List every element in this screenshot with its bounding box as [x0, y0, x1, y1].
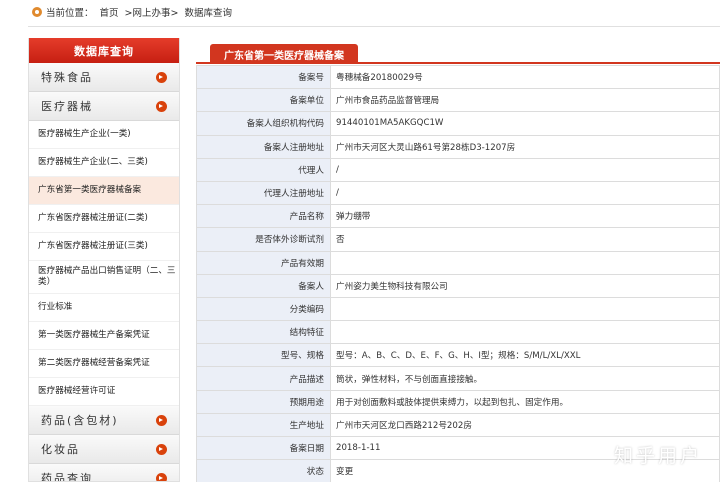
table-row: 代理人 / — [196, 157, 720, 182]
sidebar-cat-drugs[interactable]: 药品(含包材) — [29, 406, 179, 435]
sidebar-cat-label: 化妆品 — [41, 443, 80, 456]
arrow-circle-icon — [156, 100, 167, 112]
field-label: 备案号 — [196, 64, 331, 90]
sidebar-item[interactable]: 广东省医疗器械注册证(三类) — [29, 233, 179, 261]
table-row: 备案人 广州姿力美生物科技有限公司 — [196, 273, 720, 298]
arrow-circle-icon — [156, 443, 167, 455]
sidebar: 数据库查询 特殊食品 医疗器械 医疗器械生产企业(一类) 医疗器械生产企业(二、… — [28, 38, 180, 482]
sidebar-cat-label: 药品(含包材) — [41, 414, 119, 427]
field-label: 产品名称 — [196, 204, 331, 229]
table-row: 型号、规格 型号：A、B、C、D、E、F、G、H、I型；规格：S/M/L/XL/X… — [196, 343, 720, 368]
arrow-circle-icon — [156, 71, 167, 83]
field-value: 用于对创面敷料或肢体提供束缚力，以起到包扎、固定作用。 — [330, 389, 720, 414]
table-row: 备案单位 广州市食品药品监督管理局 — [196, 88, 720, 113]
location-pin-icon — [32, 7, 42, 17]
field-value: 广州市天河区龙口西路212号202房 — [330, 412, 720, 438]
sidebar-item[interactable]: 第二类医疗器械经营备案凭证 — [29, 350, 179, 378]
field-value: / — [330, 157, 720, 182]
sidebar-item[interactable]: 医疗器械经营许可证 — [29, 378, 179, 406]
field-value: 91440101MA5AKGQC1W — [330, 111, 720, 136]
table-row: 生产地址 广州市天河区龙口西路212号202房 — [196, 412, 720, 438]
table-row: 结构特征 — [196, 320, 720, 345]
field-value: / — [330, 180, 720, 206]
sidebar-item[interactable]: 医疗器械生产企业(一类) — [29, 121, 179, 149]
field-value — [330, 250, 720, 275]
table-row: 产品有效期 — [196, 250, 720, 275]
table-row: 备案号 粤穗械备20180029号 — [196, 64, 720, 90]
tab-record-title: 广东省第一类医疗器械备案 — [210, 44, 358, 64]
breadcrumb-current: 数据库查询 — [184, 8, 232, 19]
table-row: 预期用途 用于对创面敷料或肢体提供束缚力，以起到包扎、固定作用。 — [196, 389, 720, 414]
tab-bar: 广东省第一类医疗器械备案 — [196, 38, 720, 64]
table-row: 产品名称 弹力绷带 — [196, 204, 720, 229]
field-value: 粤穗械备20180029号 — [330, 64, 720, 90]
field-label: 生产地址 — [196, 412, 331, 438]
field-label: 备案人组织机构代码 — [196, 111, 331, 136]
field-value — [330, 296, 720, 322]
field-label: 代理人注册地址 — [196, 180, 331, 206]
main-panel: 广东省第一类医疗器械备案 备案号 粤穗械备20180029号 备案单位 广州市食品药品… — [196, 38, 720, 482]
sidebar-cat-medical-devices[interactable]: 医疗器械 — [29, 92, 179, 121]
breadcrumb: 当前位置： 首页 >网上办事> 数据库查询 — [0, 0, 720, 24]
field-label: 预期用途 — [196, 389, 331, 414]
field-label: 备案人 — [196, 273, 331, 298]
field-label: 产品描述 — [196, 366, 331, 391]
arrow-circle-icon — [156, 472, 167, 481]
sidebar-item[interactable]: 广东省医疗器械注册证(二类) — [29, 205, 179, 233]
arrow-circle-icon — [156, 414, 167, 426]
field-value: 否 — [330, 227, 720, 252]
sidebar-cat-label: 药品查询 — [41, 472, 93, 482]
field-label: 代理人 — [196, 157, 331, 182]
field-value: 广州姿力美生物科技有限公司 — [330, 273, 720, 298]
sidebar-title: 数据库查询 — [29, 38, 179, 63]
field-value: 型号：A、B、C、D、E、F、G、H、I型；规格：S/M/L/XL/XXL — [330, 343, 720, 368]
table-row: 代理人注册地址 / — [196, 180, 720, 206]
table-row: 是否体外诊断试剂否 — [196, 227, 720, 252]
field-label: 备案人注册地址 — [196, 134, 331, 159]
sidebar-cat-label: 医疗器械 — [41, 100, 93, 113]
sidebar-item[interactable]: 第一类医疗器械生产备案凭证 — [29, 322, 179, 350]
divider — [28, 26, 720, 27]
field-label: 分类编码 — [196, 296, 331, 322]
sidebar-item-active[interactable]: 广东省第一类医疗器械备案 — [29, 177, 179, 205]
sidebar-item[interactable]: 行业标准 — [29, 294, 179, 322]
table-row: 备案人组织机构代码 91440101MA5AKGQC1W — [196, 111, 720, 136]
sidebar-cat-special-food[interactable]: 特殊食品 — [29, 63, 179, 92]
field-label: 状态 — [196, 459, 331, 482]
sidebar-cat-label: 特殊食品 — [41, 71, 93, 84]
field-value: 广州市食品药品监督管理局 — [330, 88, 720, 113]
sidebar-cat-drug-query[interactable]: 药品查询 — [29, 464, 179, 482]
table-row: 备案人注册地址 广州市天河区大灵山路61号第28栋D3-1207房 — [196, 134, 720, 159]
sidebar-cat-cosmetics[interactable]: 化妆品 — [29, 435, 179, 464]
table-row: 产品描述 筒状，弹性材料，不与创面直接接触。 — [196, 366, 720, 391]
field-value: 筒状，弹性材料，不与创面直接接触。 — [330, 366, 720, 391]
field-label: 型号、规格 — [196, 343, 331, 368]
breadcrumb-home-link[interactable]: 首页 — [100, 5, 119, 19]
breadcrumb-lead: 当前位置： — [46, 8, 94, 19]
breadcrumb-online-services-link[interactable]: >网上办事> — [125, 5, 179, 19]
field-value: 广州市天河区大灵山路61号第28栋D3-1207房 — [330, 134, 720, 159]
field-label: 备案单位 — [196, 88, 331, 113]
field-label: 备案日期 — [196, 435, 331, 461]
sidebar-item[interactable]: 医疗器械生产企业(二、三类) — [29, 149, 179, 177]
field-label: 产品有效期 — [196, 250, 331, 275]
field-value — [330, 320, 720, 345]
field-label: 是否体外诊断试剂 — [196, 227, 331, 252]
field-value: 弹力绷带 — [330, 204, 720, 229]
field-label: 结构特征 — [196, 320, 331, 345]
table-row: 分类编码 — [196, 296, 720, 322]
sidebar-item[interactable]: 医疗器械产品出口销售证明（二、三类） — [29, 261, 179, 294]
watermark: 知乎用户 — [613, 445, 702, 467]
record-table: 备案号 粤穗械备20180029号 备案单位 广州市食品药品监督管理局 备案人组织机构代… — [196, 64, 720, 482]
